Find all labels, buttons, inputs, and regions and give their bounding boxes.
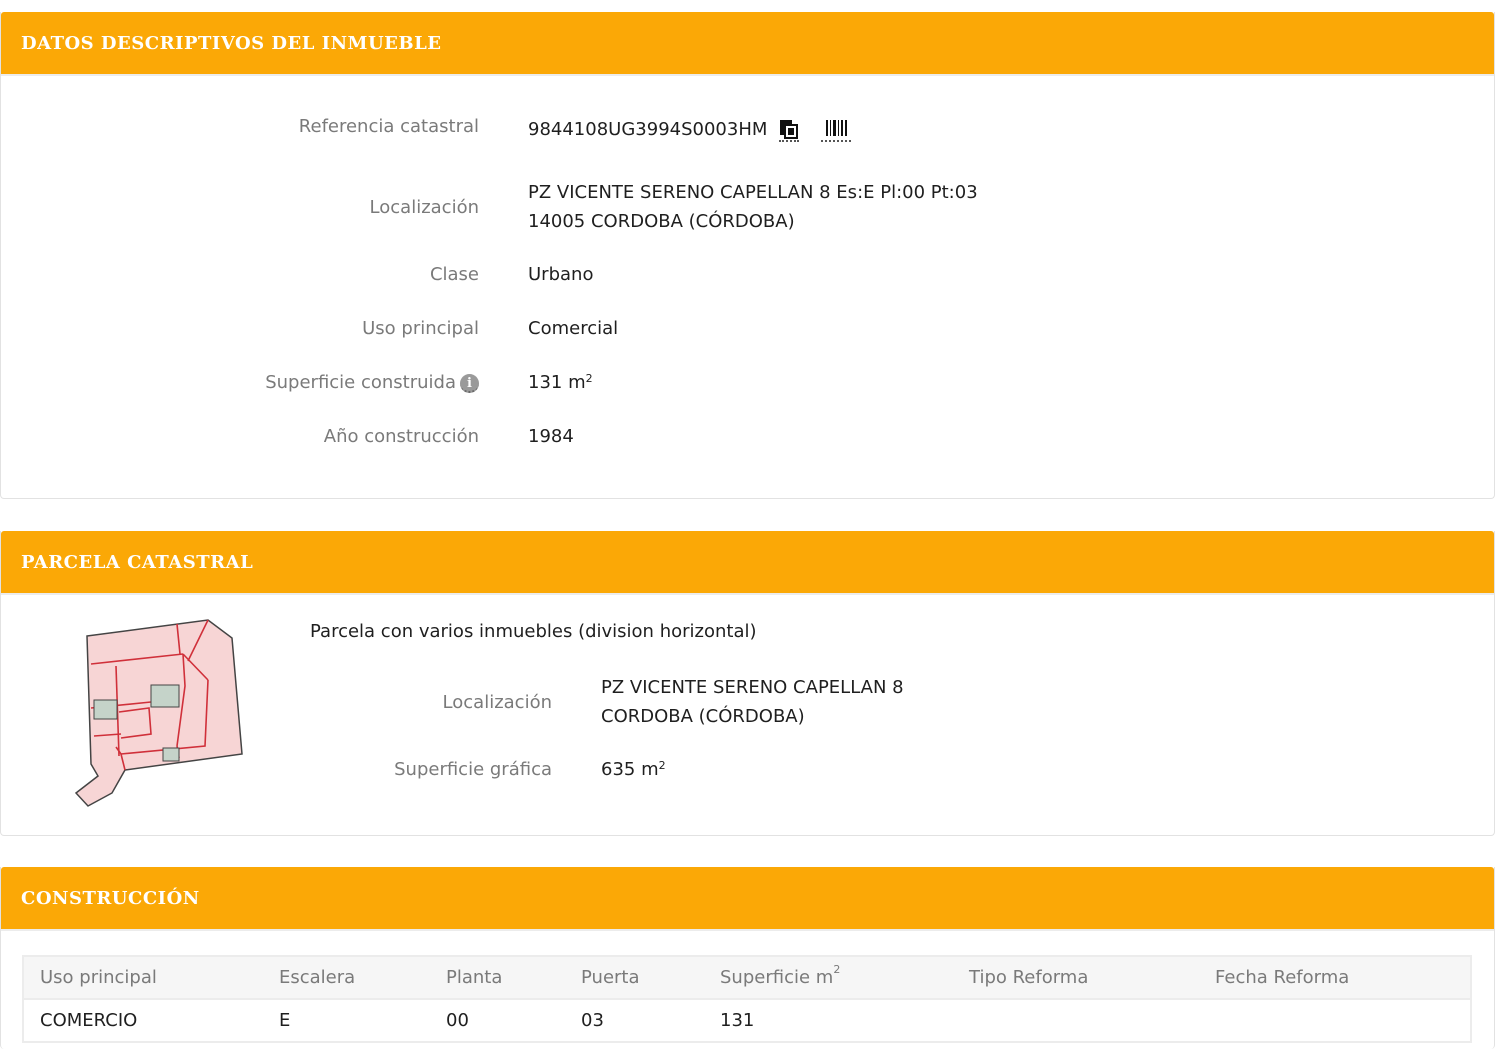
cell-tipo-reforma <box>953 999 1199 1041</box>
anio-label: Año construcción <box>323 426 479 447</box>
col-superficie-label: Superficie m <box>720 967 834 988</box>
col-escalera[interactable]: Escalera <box>263 957 430 1000</box>
col-superficie-exp: 2 <box>833 963 841 976</box>
construccion-table: Uso principal Escalera Planta Puerta Sup… <box>24 957 1470 1041</box>
parcela-localizacion-label: Localización <box>442 692 552 713</box>
col-superficie[interactable]: Superficie m2 <box>704 957 953 1000</box>
construccion-header: CONSTRUCCIÓN <box>1 867 1494 931</box>
parcela-superficie-value: 635 m <box>601 759 659 780</box>
superficie-value-wrap: 131 m2 <box>528 368 593 397</box>
parcela-description: Parcela con varios inmuebles (division h… <box>310 621 757 642</box>
col-planta[interactable]: Planta <box>430 957 565 1000</box>
construccion-panel: CONSTRUCCIÓN Uso principal Escalera Plan… <box>0 867 1495 1049</box>
cell-uso: COMERCIO <box>40 1010 138 1031</box>
parcela-header: PARCELA CATASTRAL <box>1 531 1494 595</box>
uso-label: Uso principal <box>362 318 479 339</box>
copy-icon[interactable] <box>779 119 800 142</box>
construccion-table-wrap: Uso principal Escalera Planta Puerta Sup… <box>22 955 1472 1043</box>
parcela-superficie-label: Superficie gráfica <box>394 759 552 780</box>
referencia-value: 9844108UG3994S0003HM <box>528 119 768 140</box>
clase-label: Clase <box>429 264 479 285</box>
info-icon[interactable]: i <box>460 373 479 393</box>
col-tipo-reforma[interactable]: Tipo Reforma <box>953 957 1199 1000</box>
table-header-row: Uso principal Escalera Planta Puerta Sup… <box>24 957 1470 1000</box>
datos-title: DATOS DESCRIPTIVOS DEL INMUEBLE <box>21 32 442 54</box>
parcela-localizacion-line1: PZ VICENTE SERENO CAPELLAN 8 <box>601 677 904 698</box>
superficie-unit-exp: 2 <box>585 372 593 385</box>
localizacion-line1: PZ VICENTE SERENO CAPELLAN 8 Es:E Pl:00 … <box>528 182 978 203</box>
parcela-superficie-unit-exp: 2 <box>658 759 666 772</box>
cell-fecha-reforma <box>1199 999 1470 1041</box>
datos-descriptivos-panel: DATOS DESCRIPTIVOS DEL INMUEBLE Referenc… <box>0 12 1495 499</box>
table-row: COMERCIO E 00 03 131 <box>24 999 1470 1041</box>
cell-superficie: 131 <box>720 1010 755 1031</box>
referencia-value-wrap: 9844108UG3994S0003HM <box>528 115 852 144</box>
localizacion-value: PZ VICENTE SERENO CAPELLAN 8 Es:E Pl:00 … <box>528 178 978 236</box>
parcela-superficie-value-wrap: 635 m2 <box>601 755 666 784</box>
localizacion-line2: 14005 CORDOBA (CÓRDOBA) <box>528 211 795 232</box>
localizacion-label: Localización <box>369 197 479 218</box>
parcela-title: PARCELA CATASTRAL <box>21 551 254 573</box>
clase-value: Urbano <box>528 264 594 285</box>
cell-escalera: E <box>279 1010 291 1031</box>
col-fecha-reforma[interactable]: Fecha Reforma <box>1199 957 1470 1000</box>
datos-header: DATOS DESCRIPTIVOS DEL INMUEBLE <box>1 12 1494 76</box>
parcela-catastral-panel: PARCELA CATASTRAL Parcela con varios inm… <box>0 531 1495 836</box>
col-puerta[interactable]: Puerta <box>565 957 704 1000</box>
cell-planta: 00 <box>446 1010 469 1031</box>
construccion-title: CONSTRUCCIÓN <box>21 887 200 909</box>
barcode-icon[interactable] <box>821 119 852 142</box>
uso-value: Comercial <box>528 318 619 339</box>
col-uso-principal[interactable]: Uso principal <box>24 957 263 1000</box>
superficie-value: 131 m <box>528 372 586 393</box>
superficie-label-wrap: Superficie construida i <box>265 368 479 397</box>
anio-value: 1984 <box>528 426 574 447</box>
superficie-label: Superficie construida <box>265 372 456 393</box>
cell-puerta: 03 <box>581 1010 604 1031</box>
parcela-localizacion-line2: CORDOBA (CÓRDOBA) <box>601 706 805 727</box>
parcela-localizacion-value: PZ VICENTE SERENO CAPELLAN 8 CORDOBA (CÓ… <box>601 673 904 731</box>
referencia-label: Referencia catastral <box>298 116 479 137</box>
